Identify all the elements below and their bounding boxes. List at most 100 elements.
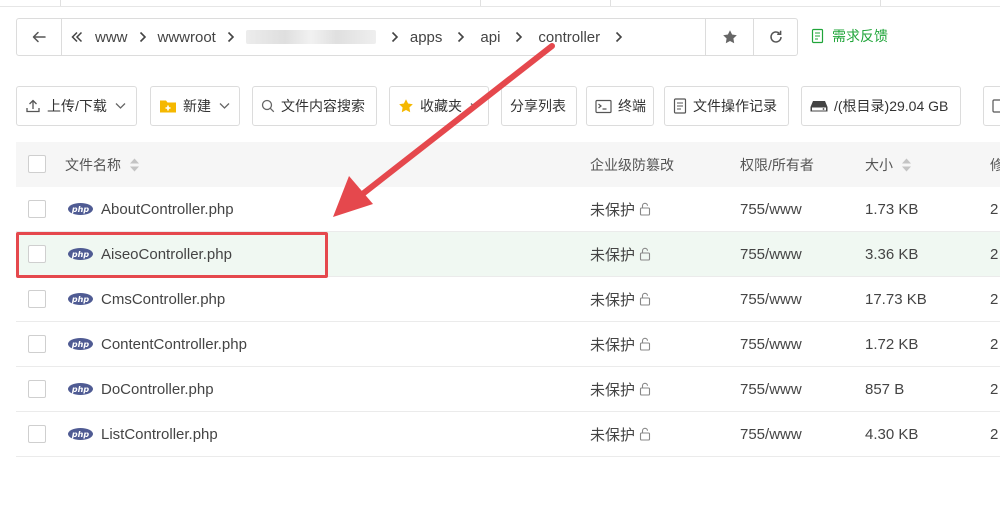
top-tab-strip [0,0,1000,7]
file-name[interactable]: CmsController.php [101,291,225,308]
permission-cell[interactable]: 755/www [740,412,802,456]
permission-cell[interactable]: 755/www [740,367,802,411]
file-size: 857 B [865,380,905,398]
file-size: 17.73 KB [865,290,927,308]
column-modified-header[interactable]: 修 [990,142,1000,187]
protect-status-cell[interactable]: 未保护 [590,322,652,366]
back-button[interactable] [17,19,62,55]
row-checkbox[interactable] [28,425,46,443]
breadcrumb-controller[interactable]: controller [538,29,600,46]
unlock-icon[interactable] [638,427,652,441]
unlock-icon[interactable] [638,292,652,306]
table-row[interactable]: php CmsController.php 未保护 755/www 17.73 KB 2 [16,277,1000,322]
permission-cell[interactable]: 755/www [740,232,802,276]
file-size: 3.36 KB [865,245,919,263]
column-modified-label: 修 [990,156,1000,173]
table-row[interactable]: php ListController.php 未保护 755/www 4.30 KB 2 [16,412,1000,457]
column-name-header[interactable]: 文件名称 [65,142,140,187]
refresh-icon [770,30,782,43]
protect-status: 未保护 [590,426,636,444]
file-name-cell[interactable]: php ContentController.php [68,322,247,366]
column-protect-label: 企业级防篡改 [590,156,674,173]
unlock-icon[interactable] [638,202,652,216]
favorite-button[interactable] [705,19,754,55]
share-list-button[interactable]: 分享列表 [501,86,577,126]
file-name-cell[interactable]: php ListController.php [68,412,218,456]
favorites-button[interactable]: 收藏夹 [389,86,489,126]
file-size: 1.73 KB [865,200,919,218]
search-content-button[interactable]: 文件内容搜索 [252,86,377,126]
more-toolbar-button[interactable] [983,86,1000,126]
file-name[interactable]: AiseoController.php [101,246,232,263]
unlock-icon[interactable] [638,382,652,396]
new-button[interactable]: 新建 [150,86,240,126]
unlock-icon[interactable] [638,247,652,261]
feedback-link[interactable]: 需求反馈 [810,26,888,46]
protect-status-cell[interactable]: 未保护 [590,367,652,411]
favorites-label: 收藏夹 [420,98,462,114]
size-cell: 1.72 KB [865,322,918,366]
file-name-cell[interactable]: php AboutController.php [68,187,234,231]
table-row[interactable]: php AboutController.php 未保护 755/www 1.73 KB 2 [16,187,1000,232]
php-file-icon: php [68,203,93,215]
upload-download-button[interactable]: 上传/下载 [16,86,137,126]
permission-cell[interactable]: 755/www [740,277,802,321]
sort-icon [129,157,140,173]
file-size: 1.72 KB [865,335,919,353]
php-file-icon: php [68,248,93,260]
terminal-button[interactable]: 终端 [586,86,654,126]
column-perm-label: 权限/所有者 [740,156,814,173]
unlock-icon[interactable] [638,337,652,351]
row-checkbox[interactable] [28,335,46,353]
row-checkbox[interactable] [28,380,46,398]
modified-cell: 2 [990,232,998,276]
file-name-cell[interactable]: php CmsController.php [68,277,225,321]
file-name[interactable]: ContentController.php [101,336,247,353]
disk-label: /(根目录)29.04 GB [834,98,949,114]
permission-cell[interactable]: 755/www [740,322,802,366]
breadcrumb-blurred-segment[interactable] [245,30,376,44]
protect-status: 未保护 [590,246,636,264]
table-row[interactable]: php ContentController.php 未保护 755/www 1.72 K… [16,322,1000,367]
file-name-cell[interactable]: php AiseoController.php [68,232,232,276]
file-name-cell[interactable]: php DoController.php [68,367,214,411]
permission: 755/www [740,425,802,443]
new-label: 新建 [183,98,211,114]
modified-cell: 2 [990,367,998,411]
permission-cell[interactable]: 755/www [740,187,802,231]
breadcrumb-api[interactable]: api [480,29,500,46]
breadcrumb-apps[interactable]: apps [410,29,443,46]
size-cell: 857 B [865,367,904,411]
protect-status-cell[interactable]: 未保护 [590,412,652,456]
size-cell: 1.73 KB [865,187,918,231]
document-icon [992,99,1000,113]
file-name[interactable]: ListController.php [101,426,218,443]
protect-status-cell[interactable]: 未保护 [590,277,652,321]
modified-time: 2 [990,200,999,218]
file-log-button[interactable]: 文件操作记录 [664,86,789,126]
column-size-header[interactable]: 大小 [865,142,912,187]
disk-button[interactable]: /(根目录)29.04 GB [801,86,961,126]
breadcrumb-www[interactable]: www [95,29,128,46]
table-row[interactable]: php AiseoController.php 未保护 755/www 3.36 KB 2 [16,232,1000,277]
protect-status-cell[interactable]: 未保护 [590,187,652,231]
search-content-label: 文件内容搜索 [281,98,365,114]
row-checkbox[interactable] [28,290,46,308]
chevron-right-icon [226,31,236,43]
chevron-right-icon[interactable] [614,31,624,43]
modified-time: 2 [990,245,999,263]
file-size: 4.30 KB [865,425,919,443]
refresh-button[interactable] [753,19,798,55]
permission: 755/www [740,380,802,398]
protect-status-cell[interactable]: 未保护 [590,232,652,276]
file-name[interactable]: AboutController.php [101,201,234,218]
table-row[interactable]: php DoController.php 未保护 755/www 857 B 2 [16,367,1000,412]
double-chevron-left-icon[interactable] [71,31,83,43]
row-checkbox[interactable] [28,245,46,263]
file-name[interactable]: DoController.php [101,381,214,398]
row-checkbox[interactable] [28,200,46,218]
permission: 755/www [740,245,802,263]
arrow-left-icon [32,31,46,43]
select-all-checkbox[interactable] [28,155,46,173]
breadcrumb-wwwroot[interactable]: wwwroot [158,29,216,46]
